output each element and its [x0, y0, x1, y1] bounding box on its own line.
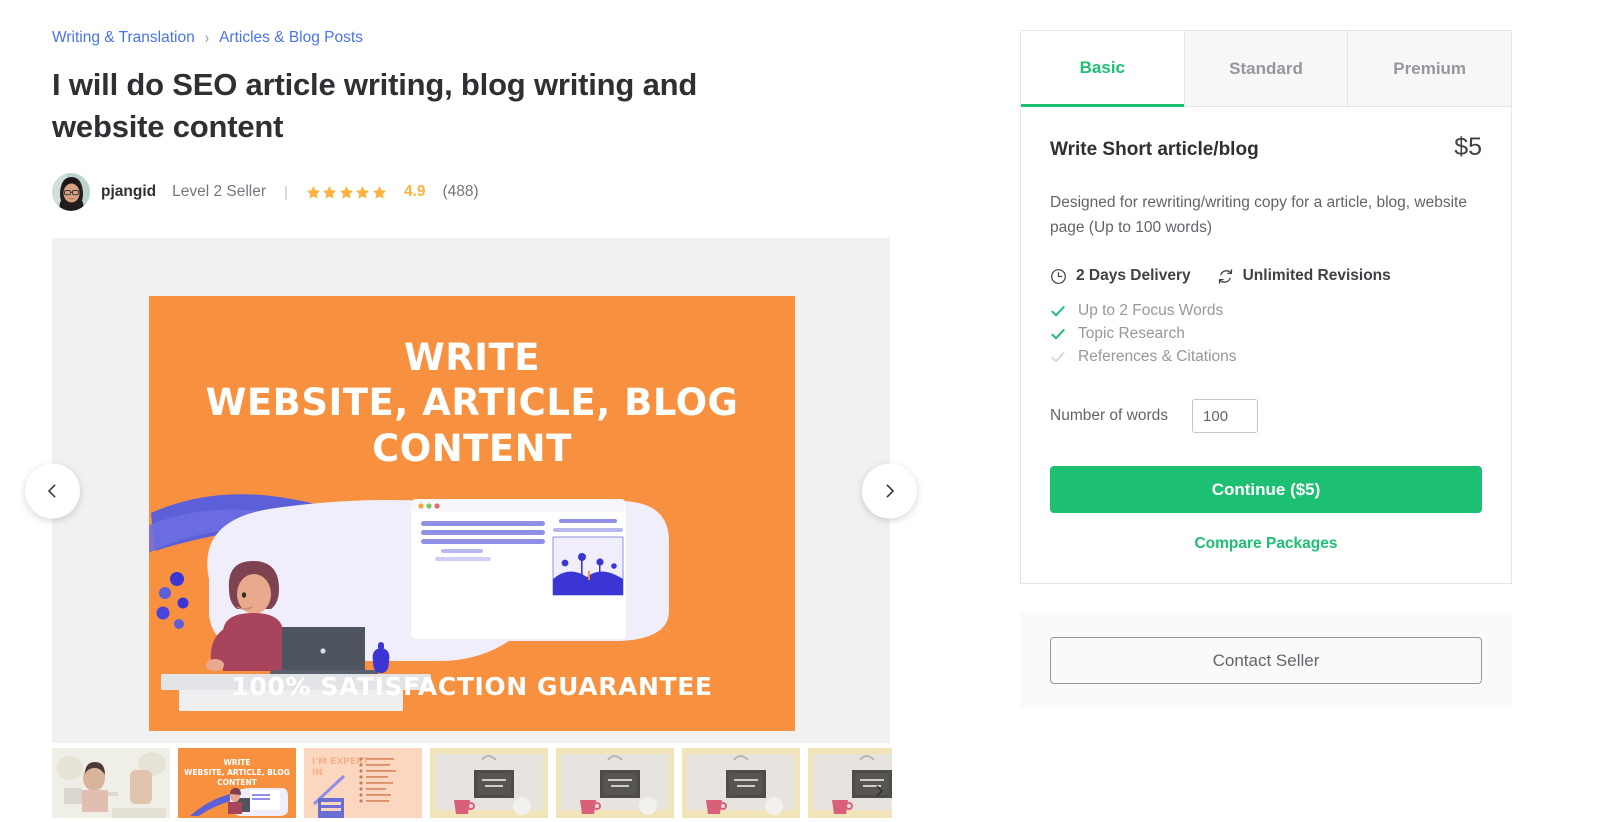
word-count-row: Number of words: [1050, 399, 1482, 433]
gig-page: Writing & Translation › Articles & Blog …: [0, 0, 1600, 822]
thumbnail-item[interactable]: [556, 748, 674, 818]
package-header: Write Short article/blog $5: [1050, 133, 1482, 162]
revisions-label: Unlimited Revisions: [1242, 267, 1391, 284]
svg-text:WRITE: WRITE: [223, 758, 250, 767]
feature-label: References & Citations: [1078, 348, 1237, 365]
svg-text:IN: IN: [312, 768, 323, 778]
chevron-left-icon: [48, 483, 56, 498]
check-icon: [1051, 306, 1065, 317]
slide-line-2: WEBSITE, ARTICLE, BLOG: [205, 381, 739, 424]
chevron-right-icon: ›: [204, 28, 210, 47]
slide-heading: WRITE WEBSITE, ARTICLE, BLOG CONTENT: [149, 336, 795, 472]
tab-premium[interactable]: Premium: [1347, 31, 1512, 107]
feature-label: Topic Research: [1078, 325, 1185, 342]
contact-seller-card: Contact Seller: [1020, 613, 1512, 708]
revisions: Unlimited Revisions: [1217, 267, 1391, 285]
package-meta: 2 Days Delivery Unlimited Revisions: [1050, 267, 1482, 285]
feature-item: Up to 2 Focus Words: [1050, 302, 1482, 320]
package-tabs: Basic Standard Premium: [1021, 31, 1512, 107]
check-icon: [1051, 329, 1065, 340]
seller-separator: |: [284, 183, 288, 201]
avatar[interactable]: [52, 173, 90, 211]
svg-text:WEBSITE, ARTICLE, BLOG: WEBSITE, ARTICLE, BLOG: [184, 768, 290, 777]
gallery-slide[interactable]: WRITE WEBSITE, ARTICLE, BLOG CONTENT 100…: [149, 296, 795, 731]
word-count-input[interactable]: [1192, 399, 1259, 433]
breadcrumb: Writing & Translation › Articles & Blog …: [52, 28, 892, 48]
thumbnail-item[interactable]: I'M EXPERT IN: [304, 748, 422, 818]
tab-standard-label: Standard: [1229, 58, 1303, 78]
star-icon: [356, 185, 370, 199]
rating-value: 4.9: [403, 183, 426, 200]
seller-level: Level 2 Seller: [172, 183, 267, 200]
thumbnail-image-chalkboard-mug: [556, 748, 674, 818]
thumbnail-image-photo-desk: [52, 748, 170, 818]
word-count-label: Number of words: [1050, 407, 1169, 424]
package-description: Designed for rewriting/writing copy for …: [1050, 194, 1467, 236]
breadcrumb-item-category[interactable]: Writing & Translation: [52, 28, 195, 48]
gig-main-column: Writing & Translation › Articles & Blog …: [25, 28, 917, 743]
breadcrumb-item-subcategory[interactable]: Articles & Blog Posts: [219, 28, 363, 48]
tab-basic-label: Basic: [1079, 57, 1126, 77]
seller-name[interactable]: pjangid: [101, 183, 156, 201]
tab-premium-label: Premium: [1393, 58, 1467, 78]
refresh-icon: [1218, 268, 1232, 284]
thumbnails-next-button[interactable]: [866, 778, 892, 804]
package-features: Up to 2 Focus Words Topic Research Refer…: [1050, 302, 1482, 366]
rating-stars: [306, 185, 387, 200]
feature-item-disabled: References & Citations: [1050, 348, 1482, 366]
gallery-prev-button[interactable]: [25, 463, 80, 518]
star-icon: [339, 185, 353, 199]
order-sidebar: Basic Standard Premium Write Short artic…: [1020, 30, 1512, 708]
page-title: I will do SEO article writing, blog writ…: [52, 67, 698, 144]
gallery-thumbnail-strip[interactable]: WRITE WEBSITE, ARTICLE, BLOG CONTENT I'M…: [52, 748, 892, 822]
continue-button[interactable]: Continue ($5): [1050, 466, 1482, 513]
star-icon: [372, 185, 386, 199]
gig-gallery: WRITE WEBSITE, ARTICLE, BLOG CONTENT 100…: [25, 238, 917, 743]
package-name: Write Short article/blog: [1050, 139, 1259, 160]
svg-text:CONTENT: CONTENT: [217, 778, 258, 787]
slide-line-1: WRITE: [403, 336, 541, 379]
feature-item: Topic Research: [1050, 325, 1482, 343]
package-card: Basic Standard Premium Write Short artic…: [1020, 30, 1512, 584]
slide-footer-text: 100% SATISFACTION GUARANTEE: [231, 672, 713, 701]
thumbnail-item[interactable]: [52, 748, 170, 818]
chevron-right-icon: [886, 483, 894, 498]
seller-info: pjangid Level 2 Seller | 4.9 (488): [52, 173, 892, 211]
clock-icon: [1051, 268, 1066, 284]
contact-seller-button[interactable]: Contact Seller: [1050, 637, 1482, 684]
thumbnail-image-chalkboard-mug: [430, 748, 548, 818]
chevron-right-icon: [876, 785, 883, 797]
star-icon: [306, 185, 320, 199]
compare-packages-link[interactable]: Compare Packages: [1050, 535, 1482, 553]
thumbnail-image-chalkboard-mug: [682, 748, 800, 818]
thumbnail-item[interactable]: [682, 748, 800, 818]
delivery-time-label: 2 Days Delivery: [1076, 267, 1191, 284]
delivery-time: 2 Days Delivery: [1050, 267, 1191, 285]
thumbnail-item-selected[interactable]: WRITE WEBSITE, ARTICLE, BLOG CONTENT: [178, 748, 296, 818]
feature-label: Up to 2 Focus Words: [1078, 302, 1224, 319]
star-icon: [323, 185, 337, 199]
reviews-count: (488): [442, 183, 479, 200]
package-price: $5: [1454, 133, 1482, 161]
check-icon-disabled: [1051, 352, 1065, 363]
thumbnail-item[interactable]: [430, 748, 548, 818]
tab-basic[interactable]: Basic: [1021, 31, 1184, 107]
avatar-image: [52, 173, 90, 211]
thumbnail-image-peach-im-expert: I'M EXPERT IN: [304, 748, 422, 818]
package-body: Write Short article/blog $5 Designed for…: [1021, 107, 1511, 583]
thumbnail-image-orange-write-content: WRITE WEBSITE, ARTICLE, BLOG CONTENT: [178, 748, 296, 818]
tab-standard[interactable]: Standard: [1183, 31, 1348, 107]
gallery-next-button[interactable]: [862, 463, 917, 518]
